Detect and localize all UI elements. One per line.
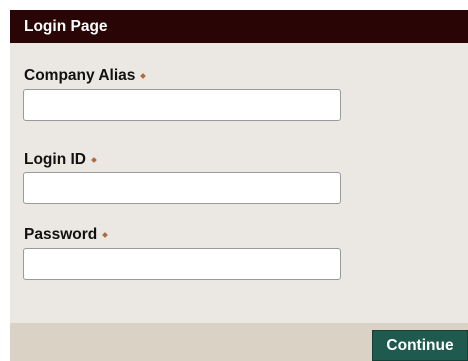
company-alias-input[interactable] <box>23 89 341 121</box>
login-id-label-text: Login ID <box>24 151 86 168</box>
required-diamond-icon <box>91 157 97 163</box>
login-panel: Login Page Company Alias Login ID Passwo… <box>10 10 468 361</box>
required-diamond-icon <box>140 73 147 79</box>
panel-footer: Continue <box>10 323 468 361</box>
company-alias-label-text: Company Alias <box>24 67 136 84</box>
login-id-input[interactable] <box>23 172 341 204</box>
panel-header: Login Page <box>10 10 468 43</box>
continue-button[interactable]: Continue <box>372 330 468 361</box>
company-alias-label: Company Alias <box>24 66 147 85</box>
page-title: Login Page <box>24 18 108 35</box>
password-input[interactable] <box>23 248 341 280</box>
required-diamond-icon <box>102 232 109 238</box>
password-label-text: Password <box>24 226 98 243</box>
password-label: Password <box>24 225 109 244</box>
login-id-label: Login ID <box>24 150 97 169</box>
